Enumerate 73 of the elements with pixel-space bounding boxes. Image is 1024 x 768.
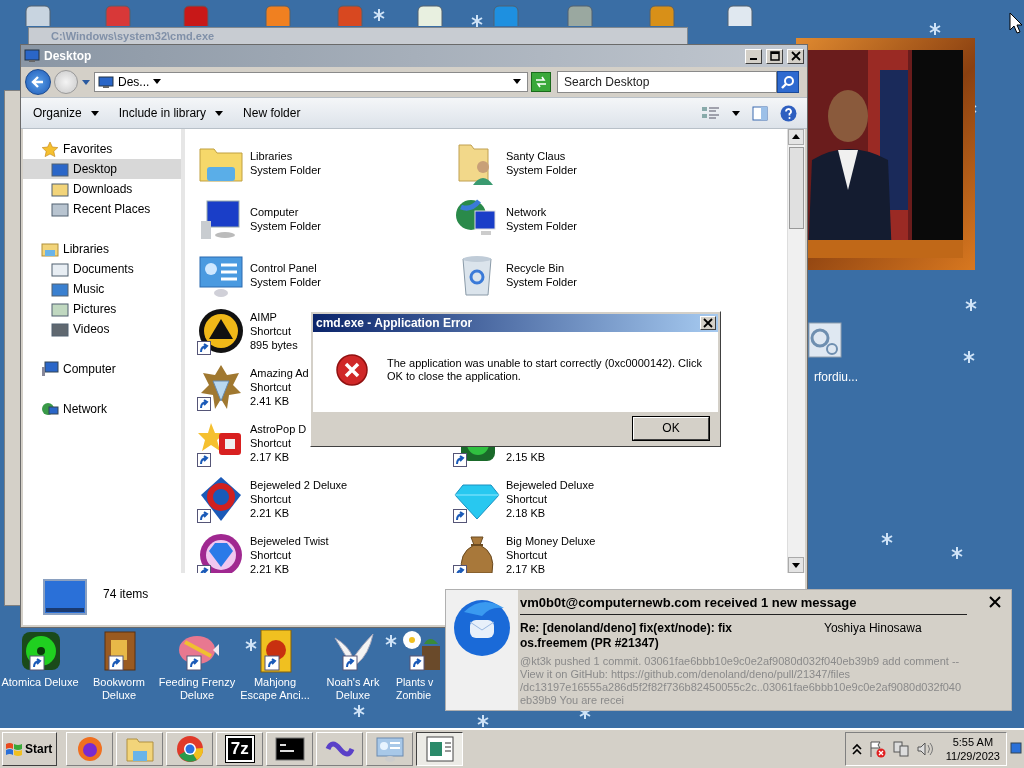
window-title: C:\Windows\system32\cmd.exe: [51, 30, 215, 42]
toolbar-button[interactable]: Include in library: [112, 102, 230, 124]
start-button[interactable]: Start: [2, 732, 58, 766]
message-subject[interactable]: Re: [denoland/deno] fix(ext/node): fix os.freemem (PR #21347): [520, 621, 824, 651]
window-title: Desktop: [44, 49, 92, 63]
file-type: System Folder: [250, 163, 321, 177]
file-size: 2.41 KB: [250, 394, 291, 408]
nav-item[interactable]: Libraries: [23, 239, 181, 259]
notification-title: vm0b0t@computernewb.com received 1 new message: [520, 594, 858, 610]
file-size: 2.17 KB: [506, 562, 547, 573]
dialog-title: cmd.exe - Application Error: [316, 316, 474, 330]
nav-item[interactable]: Favorites: [23, 139, 181, 159]
file-type: System Folder: [506, 275, 577, 289]
icon-label: Plants v Zombie: [396, 676, 434, 702]
address-bar[interactable]: Des...: [94, 72, 528, 92]
file-size: 895 bytes: [250, 338, 298, 352]
file-type: Shortcut: [250, 548, 292, 562]
file-name[interactable]: Libraries: [250, 149, 321, 163]
icon-label: Atomica Deluxe: [1, 676, 79, 689]
file-name[interactable]: Network: [506, 205, 577, 219]
file-name[interactable]: Bejeweled Deluxe: [506, 478, 595, 492]
toolbar-button[interactable]: Organize: [27, 102, 105, 124]
nav-item[interactable]: Computer: [23, 359, 181, 379]
nav-item[interactable]: Desktop: [23, 159, 181, 179]
file-name[interactable]: Bejeweled 2 Deluxe: [250, 478, 348, 492]
file-type: Shortcut: [506, 548, 548, 562]
icon-label: Noah's Ark Deluxe: [326, 676, 380, 702]
ok-button[interactable]: OK: [633, 416, 709, 440]
nav-item[interactable]: Recent Places: [23, 199, 181, 219]
message-preview: @kt3k pushed 1 commit. 03061fae6bbb10e9c0e2af9080d032f040eb39b9 add comment -- View it on GitHub: https://github.com/denoland/deno/pull/21347/files /dc13197e16555a286d5f2f82f736b82450055c2c..03061fae6bbb10e9c0e2af9080d032f040 eb39b9 You are recei: [520, 655, 963, 707]
file-size: 2.15 KB: [506, 450, 546, 464]
file-type: System Folder: [250, 219, 321, 233]
file-name[interactable]: Bejeweled Twist: [250, 534, 329, 548]
clock-date: 11/29/2023: [945, 749, 1000, 763]
nav-item[interactable]: Downloads: [23, 179, 181, 199]
file-type: System Folder: [506, 219, 577, 233]
file-size: 2.18 KB: [506, 506, 547, 520]
file-name[interactable]: Santy Claus: [506, 149, 577, 163]
clock[interactable]: 5:55 AM 11/29/2023: [945, 735, 1000, 763]
icon-label: Bookworm Deluxe: [93, 676, 145, 702]
file-type: Shortcut: [250, 380, 292, 394]
file-type: Shortcut: [506, 492, 548, 506]
file-type: Shortcut: [250, 324, 292, 338]
icon-label: rfordiu...: [813, 370, 858, 384]
icon-label: Feeding Frenzy Deluxe: [158, 676, 236, 702]
nav-item[interactable]: Pictures: [23, 299, 181, 319]
file-type: System Folder: [506, 163, 577, 177]
file-size: 2.21 KB: [250, 562, 291, 573]
file-name[interactable]: Computer: [250, 205, 321, 219]
nav-item[interactable]: Music: [23, 279, 181, 299]
file-name[interactable]: Recycle Bin: [506, 261, 577, 275]
message-sender: Yoshiya Hinosawa: [824, 621, 922, 635]
error-message: The application was unable to start correctly (0xc0000142). Click OK to close the application.: [387, 357, 702, 383]
file-type: Shortcut: [250, 436, 292, 450]
nav-item[interactable]: Videos: [23, 319, 181, 339]
icon-label: Mahjong Escape Anci...: [240, 676, 310, 702]
file-size: 2.21 KB: [250, 506, 291, 520]
file-name[interactable]: AIMP: [250, 310, 298, 324]
file-name[interactable]: AstroPop D: [250, 422, 307, 436]
clock-time: 5:55 AM: [952, 735, 994, 749]
search-field[interactable]: Search Desktop: [557, 71, 777, 93]
file-type: Shortcut: [250, 492, 292, 506]
toolbar-button[interactable]: New folder: [237, 102, 307, 124]
nav-item[interactable]: Network: [23, 399, 181, 419]
breadcrumb[interactable]: Des...: [118, 75, 150, 89]
file-name[interactable]: Big Money Deluxe: [506, 534, 596, 548]
file-name[interactable]: Control Panel: [250, 261, 321, 275]
taskbar-button[interactable]: 7z: [216, 732, 264, 766]
file-type: System Folder: [250, 275, 321, 289]
file-name[interactable]: Amazing Ad: [250, 366, 309, 380]
item-count: 74 items: [103, 586, 149, 601]
file-size: 2.17 KB: [250, 450, 291, 464]
nav-item[interactable]: Documents: [23, 259, 181, 279]
